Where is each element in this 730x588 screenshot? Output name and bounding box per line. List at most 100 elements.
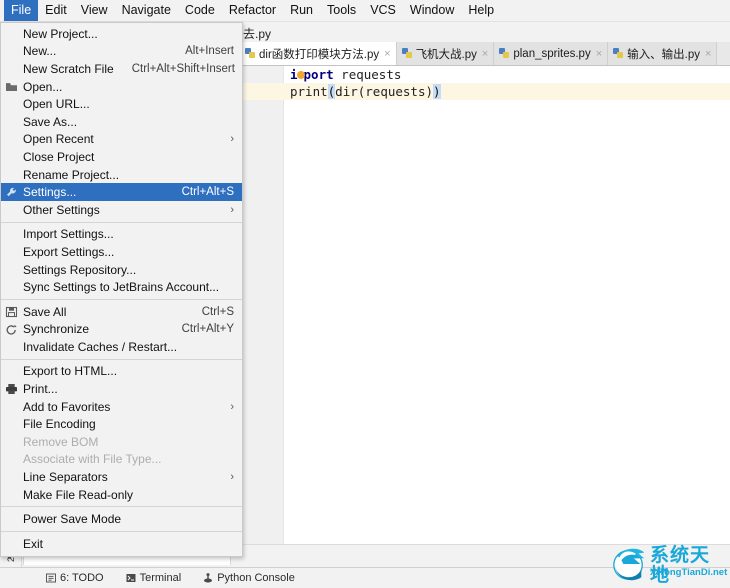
menu-item-other-settings[interactable]: Other Settings › xyxy=(1,201,242,219)
editor-tab[interactable]: 输入、输出.py × xyxy=(608,42,718,65)
bottom-tool-python-console[interactable]: Python Console xyxy=(203,572,295,584)
close-icon[interactable]: × xyxy=(384,48,390,60)
call-print: print xyxy=(290,84,328,99)
python-file-icon xyxy=(499,48,510,59)
keyword-import-tail: port xyxy=(303,67,334,82)
close-icon[interactable]: × xyxy=(705,48,711,60)
bottom-tool-6-todo[interactable]: 6: TODO xyxy=(46,572,104,584)
menu-item-remove-bom: Remove BOM xyxy=(1,433,242,451)
editor-tab-bar: dir函数打印模块方法.py × 飞机大战.py × plan_sprites.py × 输… xyxy=(240,42,730,66)
menu-item-sync-settings-to-jetbrains-account[interactable]: Sync Settings to JetBrains Account... xyxy=(1,278,242,296)
intention-bulb-icon[interactable] xyxy=(296,70,305,79)
menu-item-exit[interactable]: Exit xyxy=(1,535,242,553)
menu-item-new-project[interactable]: New Project... xyxy=(1,25,242,43)
editor-tab-label: 飞机大战.py xyxy=(415,48,477,61)
bottom-tool-terminal[interactable]: Terminal xyxy=(126,572,181,584)
bottom-tool-bar: 6: TODO Terminal Python Console xyxy=(0,567,730,588)
close-icon[interactable]: × xyxy=(596,48,602,60)
menu-item-open-url[interactable]: Open URL... xyxy=(1,95,242,113)
code-line-2[interactable]: print(dir(requests)) xyxy=(284,83,730,100)
menubar-item-tools[interactable]: Tools xyxy=(320,0,363,21)
menu-separator xyxy=(1,506,242,508)
code-text-area[interactable]: i port requests print(dir(requests)) xyxy=(284,66,730,544)
editor-tab[interactable]: plan_sprites.py × xyxy=(494,42,609,65)
menu-item-print[interactable]: Print... xyxy=(1,380,242,398)
menu-item-power-save-mode[interactable]: Power Save Mode xyxy=(1,510,242,528)
menu-item-shortcut: Ctrl+S xyxy=(201,305,234,318)
menu-item-file-encoding[interactable]: File Encoding xyxy=(1,415,242,433)
menu-item-label: Rename Project... xyxy=(23,167,120,182)
file-menu-dropdown: New Project... New... Alt+Insert New Scratc… xyxy=(0,22,243,557)
menu-item-close-project[interactable]: Close Project xyxy=(1,148,242,166)
menubar-item-file[interactable]: File xyxy=(4,0,39,21)
menu-item-import-settings[interactable]: Import Settings... xyxy=(1,226,242,244)
menu-item-new[interactable]: New... Alt+Insert xyxy=(1,43,242,61)
menu-item-label: Line Separators xyxy=(23,470,108,485)
bottom-tool-label: 6: TODO xyxy=(60,572,104,584)
menu-item-shortcut: Alt+Insert xyxy=(185,45,234,58)
call-dir-requests: dir(requests) xyxy=(335,84,434,99)
menu-item-label: Power Save Mode xyxy=(23,512,122,527)
menu-item-shortcut: Ctrl+Alt+Y xyxy=(181,323,234,336)
menubar-item-window[interactable]: Window xyxy=(403,0,461,21)
menu-item-make-file-read-only[interactable]: Make File Read-only xyxy=(1,486,242,504)
menubar-item-edit[interactable]: Edit xyxy=(38,0,74,21)
menu-separator xyxy=(1,221,242,223)
editor-tab[interactable]: dir函数打印模块方法.py × xyxy=(240,42,397,65)
menu-item-label: Export to HTML... xyxy=(23,364,118,379)
menubar-item-code[interactable]: Code xyxy=(178,0,222,21)
menu-item-export-to-html[interactable]: Export to HTML... xyxy=(1,363,242,381)
terminal-icon xyxy=(126,573,136,583)
menu-item-add-to-favorites[interactable]: Add to Favorites › xyxy=(1,398,242,416)
menu-item-associate-with-file-type: Associate with File Type... xyxy=(1,451,242,469)
menu-item-new-scratch-file[interactable]: New Scratch File Ctrl+Alt+Shift+Insert xyxy=(1,60,242,78)
menu-item-label: Sync Settings to JetBrains Account... xyxy=(23,280,220,295)
menu-item-label: Other Settings xyxy=(23,202,100,217)
menu-item-label: Print... xyxy=(23,382,58,397)
menu-item-label: Save All xyxy=(23,304,67,319)
chevron-right-icon: › xyxy=(230,400,234,413)
code-surface: i port requests print(dir(requests)) xyxy=(240,66,730,544)
python-file-icon xyxy=(401,48,413,59)
editor-tab[interactable]: 飞机大战.py × xyxy=(396,42,495,65)
menu-item-settings-repository[interactable]: Settings Repository... xyxy=(1,261,242,279)
menu-item-synchronize[interactable]: Synchronize Ctrl+Alt+Y xyxy=(1,321,242,339)
menu-item-label: Remove BOM xyxy=(23,434,99,449)
menu-item-label: New... xyxy=(23,44,57,59)
menu-item-label: Open Recent xyxy=(23,132,94,147)
menu-item-label: Add to Favorites xyxy=(23,399,111,414)
menubar-item-run[interactable]: Run xyxy=(283,0,320,21)
menu-item-save-as[interactable]: Save As... xyxy=(1,113,242,131)
menu-item-label: Settings Repository... xyxy=(23,262,137,277)
menu-item-save-all[interactable]: Save All Ctrl+S xyxy=(1,303,242,321)
menu-item-invalidate-caches-restart[interactable]: Invalidate Caches / Restart... xyxy=(1,338,242,356)
menubar-item-refactor[interactable]: Refactor xyxy=(222,0,283,21)
menubar-item-help[interactable]: Help xyxy=(461,0,501,21)
gutter-line-highlight xyxy=(240,83,284,100)
breadcrumb-text: 去.py xyxy=(243,27,272,41)
menu-separator xyxy=(1,358,242,360)
bottom-tool-label: Python Console xyxy=(217,572,295,584)
menu-item-line-separators[interactable]: Line Separators › xyxy=(1,468,242,486)
main-menu-bar: File Edit View Navigate Code Refactor Run Tools… xyxy=(0,0,730,22)
menu-item-rename-project[interactable]: Rename Project... xyxy=(1,166,242,184)
menubar-item-view[interactable]: View xyxy=(74,0,115,21)
menubar-item-vcs[interactable]: VCS xyxy=(363,0,403,21)
menu-item-settings[interactable]: Settings... Ctrl+Alt+S xyxy=(1,183,242,201)
sync-icon xyxy=(5,324,18,336)
save-icon xyxy=(5,306,18,318)
menu-item-open[interactable]: Open... xyxy=(1,78,242,96)
code-line-1[interactable]: i port requests xyxy=(284,66,730,83)
module-name-requests: requests xyxy=(333,67,402,82)
close-icon[interactable]: × xyxy=(482,48,488,60)
chevron-right-icon: › xyxy=(230,203,234,216)
python-file-icon xyxy=(245,48,256,59)
menu-item-label: Associate with File Type... xyxy=(23,452,162,467)
menu-item-open-recent[interactable]: Open Recent › xyxy=(1,131,242,149)
wrench-icon xyxy=(5,186,18,198)
menu-item-export-settings[interactable]: Export Settings... xyxy=(1,243,242,261)
editor-gutter[interactable] xyxy=(240,66,284,544)
menu-item-label: Open... xyxy=(23,79,63,94)
menubar-item-navigate[interactable]: Navigate xyxy=(115,0,178,21)
menu-separator xyxy=(1,531,242,533)
